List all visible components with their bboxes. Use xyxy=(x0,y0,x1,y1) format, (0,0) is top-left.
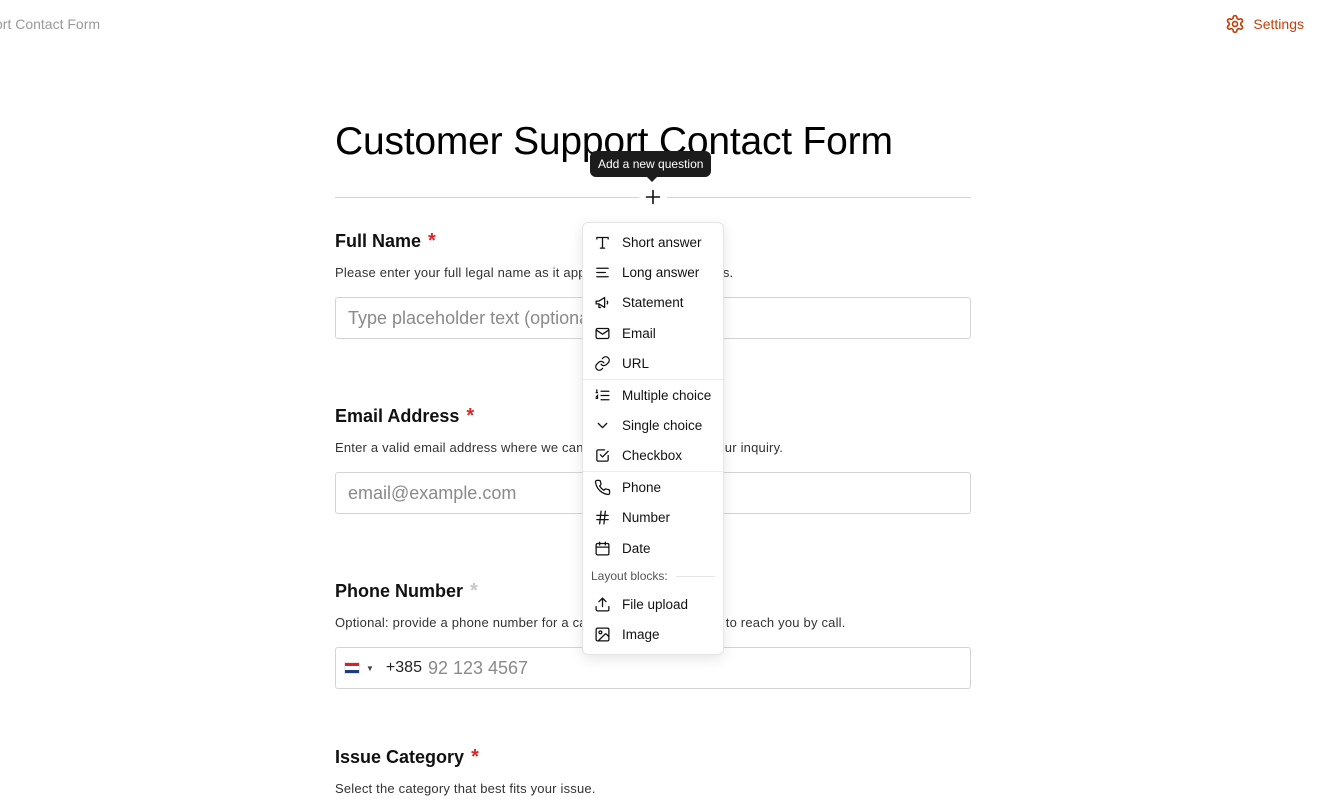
upload-icon xyxy=(593,595,611,613)
country-dropdown-caret-icon[interactable]: ▼ xyxy=(366,664,374,673)
menu-item-number[interactable]: Number xyxy=(583,503,723,533)
list-ordered-icon xyxy=(593,386,611,404)
menu-item-label: File upload xyxy=(622,596,689,612)
menu-item-multiple-choice[interactable]: Multiple choice xyxy=(583,380,723,410)
menu-item-label: Checkbox xyxy=(622,448,683,464)
question-description[interactable]: Select the category that best fits your … xyxy=(335,781,971,796)
text-t-icon xyxy=(593,233,611,251)
menu-item-label: Number xyxy=(622,510,671,526)
megaphone-icon xyxy=(593,294,611,312)
link-icon xyxy=(593,355,611,373)
menu-item-short-answer[interactable]: Short answer xyxy=(583,227,723,257)
menu-item-label: Email xyxy=(622,325,656,341)
question-label[interactable]: Full Name xyxy=(335,231,421,252)
mail-icon xyxy=(593,324,611,342)
question-issue-category: Issue Category * Select the category tha… xyxy=(335,746,971,796)
menu-item-email[interactable]: Email xyxy=(583,318,723,348)
required-mark[interactable]: * xyxy=(471,746,479,769)
menu-item-image[interactable]: Image xyxy=(583,620,723,650)
menu-item-label: URL xyxy=(622,356,650,372)
gear-icon xyxy=(1225,14,1245,34)
phone-icon xyxy=(593,478,611,496)
checkbox-icon xyxy=(593,447,611,465)
menu-item-label: Long answer xyxy=(622,265,700,281)
dial-code: +385 xyxy=(385,659,422,676)
menu-item-label: Single choice xyxy=(622,418,703,434)
menu-item-file-upload[interactable]: File upload xyxy=(583,589,723,619)
align-left-icon xyxy=(593,264,611,282)
menu-item-phone[interactable]: Phone xyxy=(583,472,723,502)
required-mark[interactable]: * xyxy=(428,230,436,253)
plus-icon xyxy=(645,189,661,205)
menu-item-label: Phone xyxy=(622,479,662,495)
add-question-button[interactable] xyxy=(639,184,667,210)
section-divider xyxy=(675,575,715,577)
croatia-flag-icon[interactable] xyxy=(344,662,360,674)
menu-item-statement[interactable]: Statement xyxy=(583,288,723,318)
question-label[interactable]: Issue Category xyxy=(335,747,464,768)
settings-label: Settings xyxy=(1253,16,1304,32)
chevron-down-icon xyxy=(593,417,611,435)
hash-icon xyxy=(593,509,611,527)
menu-item-checkbox[interactable]: Checkbox xyxy=(583,441,723,471)
question-label[interactable]: Phone Number xyxy=(335,581,463,602)
required-mark[interactable]: * xyxy=(470,580,478,603)
menu-item-label: Multiple choice xyxy=(622,387,712,403)
question-type-menu: Short answer Long answer Statement Email… xyxy=(582,222,724,656)
menu-item-label: Short answer xyxy=(622,234,702,250)
phone-placeholder: 92 123 4567 xyxy=(427,657,529,678)
calendar-icon xyxy=(593,539,611,557)
topbar-form-title: ort Contact Form xyxy=(0,16,101,32)
question-label[interactable]: Email Address xyxy=(335,406,459,427)
menu-item-long-answer[interactable]: Long answer xyxy=(583,257,723,287)
menu-item-label: Date xyxy=(622,540,651,556)
add-question-tooltip: Add a new question xyxy=(590,151,712,182)
layout-blocks-label: Layout blocks: xyxy=(591,569,668,584)
menu-item-date[interactable]: Date xyxy=(583,533,723,563)
menu-item-url[interactable]: URL xyxy=(583,349,723,379)
menu-item-label: Statement xyxy=(622,295,684,311)
required-mark[interactable]: * xyxy=(466,405,474,428)
question-label-row: Issue Category * xyxy=(335,746,971,769)
menu-item-single-choice[interactable]: Single choice xyxy=(583,410,723,440)
menu-item-label: Image xyxy=(622,627,660,643)
settings-button[interactable]: Settings xyxy=(1225,14,1304,34)
image-icon xyxy=(593,626,611,644)
layout-blocks-section: Layout blocks: xyxy=(583,563,723,589)
